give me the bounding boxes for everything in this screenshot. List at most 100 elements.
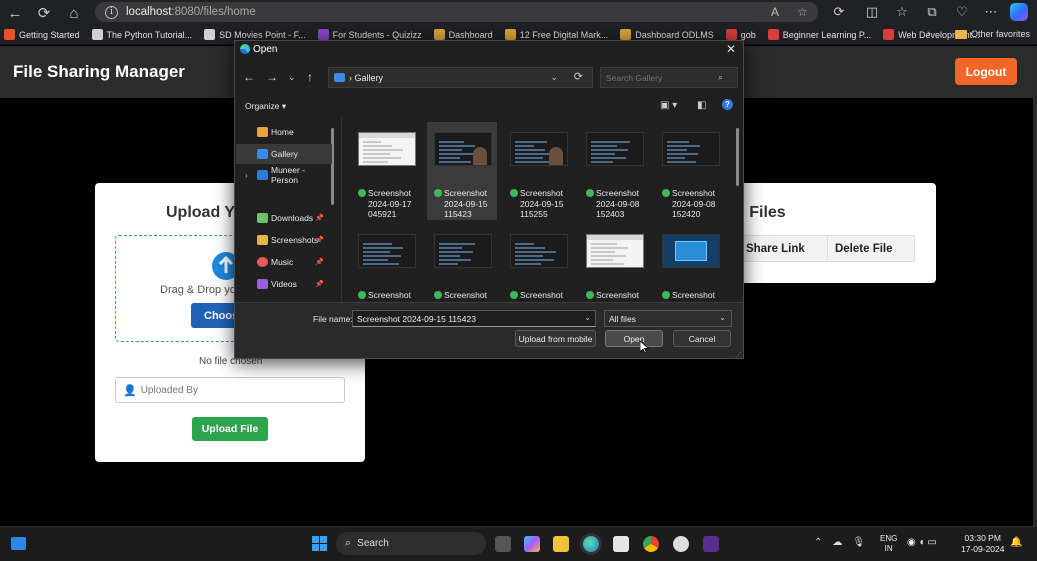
bookmark-item[interactable]: Getting Started [4, 29, 80, 40]
site-info-icon[interactable]: i [105, 5, 118, 19]
file-tile[interactable]: Screenshot [503, 224, 573, 302]
filename-field[interactable]: ⌄ [352, 310, 596, 327]
chevron-up-icon[interactable]: ⌃ [814, 537, 822, 548]
cancel-button[interactable]: Cancel [673, 330, 731, 347]
grid-scrollbar[interactable] [736, 128, 739, 186]
browser-essentials-icon[interactable]: ♡ [953, 4, 971, 20]
store-icon[interactable] [613, 536, 629, 552]
edge-taskbar-icon[interactable] [583, 536, 599, 552]
bookmark-label: gob [740, 29, 756, 40]
copilot-icon[interactable] [1010, 3, 1028, 21]
split-screen-icon[interactable]: ◫ [863, 4, 881, 20]
chevron-right-icon[interactable]: › [927, 28, 931, 40]
windows-start-icon[interactable] [312, 536, 327, 551]
bookmark-item[interactable]: Dashboard ODLMS [620, 29, 714, 40]
taskbar-search[interactable]: ⌕ Search [336, 532, 486, 555]
cloud-icon[interactable]: ☁ [832, 537, 842, 548]
help-icon[interactable]: ? [722, 99, 733, 110]
sidebar-item-gallery[interactable]: Gallery [236, 144, 332, 164]
chevron-down-icon[interactable]: ⌄ [584, 313, 591, 322]
widgets-icon[interactable] [11, 537, 26, 550]
other-favorites[interactable]: Other favorites [955, 29, 1030, 39]
favorite-star-icon[interactable]: ☆ [797, 5, 808, 19]
microphone-icon[interactable]: 🎙 [852, 537, 865, 548]
upload-from-mobile-button[interactable]: Upload from mobile [515, 330, 596, 347]
file-tile[interactable]: Screenshot 2024-09-17 045921 [351, 122, 421, 220]
extensions-icon[interactable]: ⟳ [830, 4, 848, 20]
refresh-icon[interactable]: ⟳ [34, 3, 54, 23]
back-icon[interactable]: ← [5, 3, 25, 23]
intellij-icon[interactable] [703, 536, 719, 552]
bookmark-label: Dashboard [448, 29, 493, 40]
uploaded-by-field[interactable]: 👤 [115, 377, 345, 403]
language-indicator[interactable]: ENG IN [880, 534, 897, 554]
sidebar-item-home[interactable]: Home [236, 122, 332, 142]
thumbnail-image [510, 234, 568, 268]
sidebar-item-onedrive[interactable]: › Muneer - Person [236, 165, 332, 185]
bookmark-item[interactable]: SD Movies Point - F... [204, 29, 306, 40]
file-tile[interactable]: Screenshot 2024-09-08 152403 [579, 122, 649, 220]
path-bar[interactable]: › Gallery ⌄ ⟳ [328, 67, 593, 88]
bookmark-item[interactable]: The Python Tutorial... [91, 29, 192, 40]
forward-icon[interactable]: → [266, 70, 278, 84]
search-input[interactable] [606, 72, 718, 83]
filename-input[interactable] [357, 313, 579, 324]
read-aloud-icon[interactable]: A [771, 5, 779, 19]
bookmark-item[interactable]: gob [725, 29, 756, 40]
home-icon[interactable]: ⌂ [64, 3, 84, 23]
collections-icon[interactable]: ⧉ [923, 4, 941, 20]
sync-check-icon [358, 291, 366, 299]
more-menu-icon[interactable]: ⋯ [982, 4, 1000, 20]
search-field[interactable]: ⌕ [600, 67, 738, 88]
sidebar-item-music[interactable]: Music 📌 [236, 252, 332, 272]
path-crumb[interactable]: Gallery [355, 73, 384, 83]
file-tile[interactable]: Screenshot 2024-09-15 115255 [503, 122, 573, 220]
expand-chevron-icon[interactable]: › [245, 171, 248, 180]
back-icon[interactable]: ← [243, 70, 255, 84]
filetype-select[interactable]: All files ⌄ [604, 310, 732, 327]
sync-check-icon [510, 189, 518, 197]
chevron-down-icon[interactable]: ⌄ [550, 72, 558, 83]
sidebar-item-downloads[interactable]: Downloads 📌 [236, 208, 332, 228]
page-scrollbar[interactable] [1033, 46, 1037, 526]
sidebar-item-videos[interactable]: Videos 📌 [236, 274, 332, 294]
close-icon[interactable]: ✕ [726, 42, 736, 56]
chrome-icon[interactable] [643, 536, 659, 552]
file-tile[interactable]: Screenshot [351, 224, 421, 302]
network-volume-battery-icon[interactable]: ◉ ◖ ▭ [907, 537, 937, 548]
favorites-icon[interactable]: ☆ [893, 4, 911, 20]
bookmark-item[interactable]: 12 Free Digital Mark... [504, 29, 608, 40]
recent-locations-icon[interactable]: ⌄ [288, 72, 296, 83]
resize-grip-icon[interactable]: ⋰ [735, 351, 742, 359]
file-tile[interactable]: Screenshot 2024-09-15 115423 [427, 122, 497, 220]
clock[interactable]: 03:30 PM 17-09-2024 [961, 533, 1004, 555]
open-button[interactable]: Open [605, 330, 663, 347]
bookmark-item[interactable]: Beginner Learning P... [767, 29, 871, 40]
file-tile[interactable]: Screenshot 2024-09-08 152420 [655, 122, 725, 220]
organize-menu[interactable]: Organize ▾ [245, 101, 286, 112]
preview-pane-icon[interactable]: ◧ [697, 100, 706, 111]
upload-file-button[interactable]: Upload File [192, 417, 268, 441]
file-explorer-icon[interactable] [553, 536, 569, 552]
task-view-icon[interactable] [495, 536, 511, 552]
url-text: localhost:8080/files/home [126, 6, 256, 18]
notification-bell-icon[interactable]: 🔔 [1010, 537, 1022, 548]
view-options-icon[interactable]: ▣ ▾ [660, 100, 677, 111]
bookmark-item[interactable]: For Students - Quizizz [317, 29, 422, 40]
address-bar[interactable]: i localhost:8080/files/home [95, 2, 818, 22]
refresh-icon[interactable]: ⟳ [574, 70, 583, 83]
bookmark-favicon-icon [767, 29, 779, 40]
sidebar-item-screenshots[interactable]: Screenshots 📌 [236, 230, 332, 250]
uploaded-by-input[interactable] [140, 384, 331, 396]
app-icon[interactable] [673, 536, 689, 552]
file-tile[interactable]: Screenshot [579, 224, 649, 302]
file-tile[interactable]: Screenshot [427, 224, 497, 302]
region-code: IN [884, 544, 893, 553]
file-tile-label: Screenshot [434, 290, 498, 301]
file-tile[interactable]: Screenshot [655, 224, 725, 302]
up-arrow-icon[interactable]: ↑ [307, 70, 313, 84]
bookmark-item[interactable]: Dashboard [433, 29, 493, 40]
logout-button[interactable]: Logout [955, 58, 1017, 85]
thumbnail-image [662, 132, 720, 166]
copilot-app-icon[interactable] [524, 536, 540, 552]
